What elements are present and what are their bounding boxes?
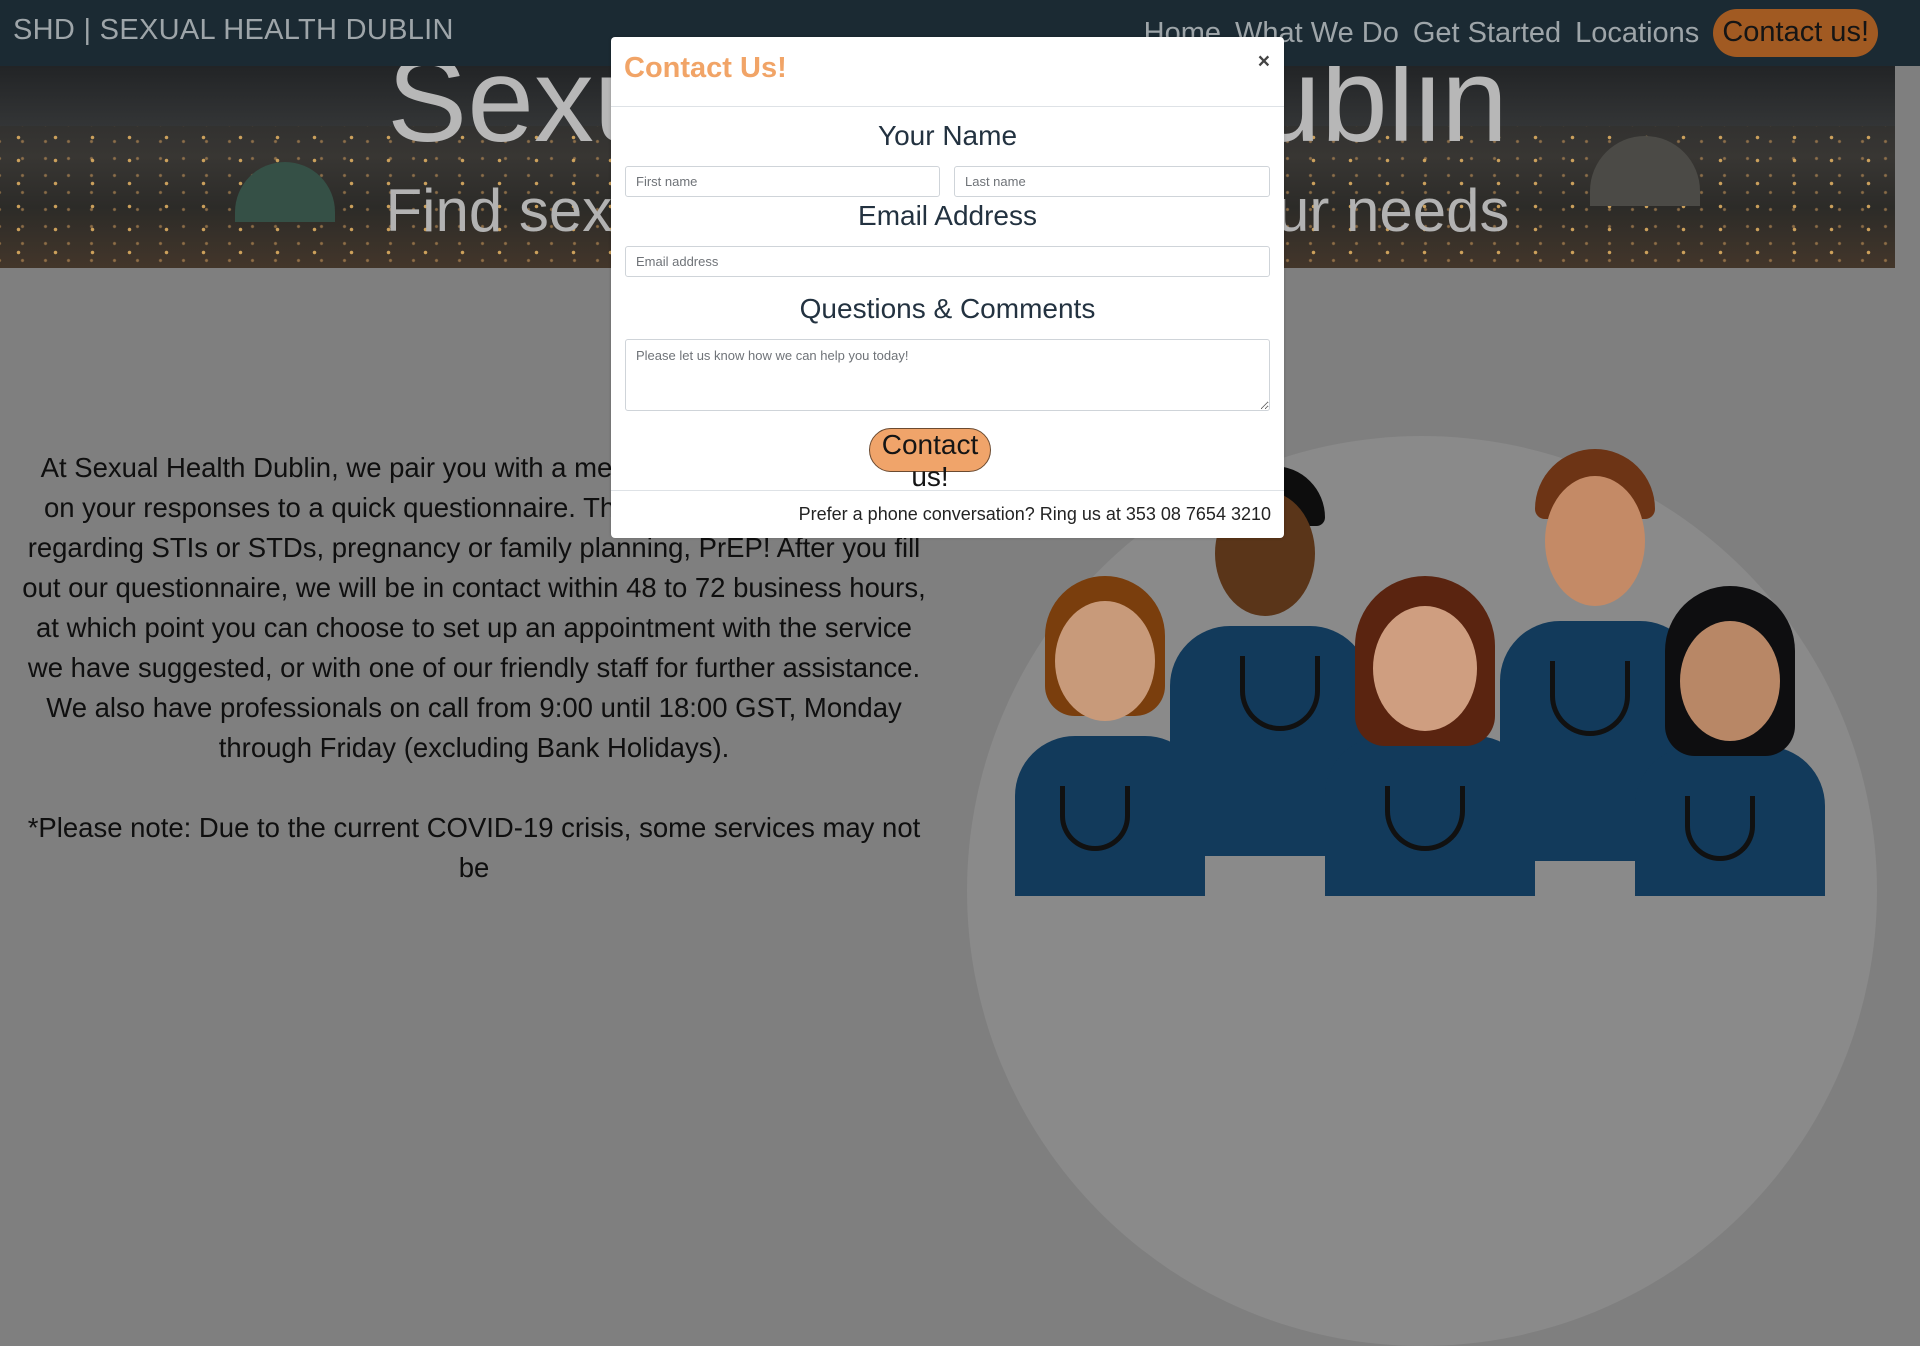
nav-link-get-started[interactable]: Get Started — [1413, 17, 1561, 50]
modal-header: Contact Us! × — [611, 37, 1284, 107]
covid-notice: *Please note: Due to the current COVID-1… — [27, 812, 921, 883]
comments-label: Questions & Comments — [799, 293, 1096, 324]
phone-contact-text: Prefer a phone conversation? Ring us at … — [798, 504, 1271, 524]
modal-footer: Prefer a phone conversation? Ring us at … — [611, 490, 1284, 539]
modal-title: Contact Us! — [624, 52, 787, 84]
name-label: Your Name — [877, 120, 1018, 151]
nav-link-locations[interactable]: Locations — [1575, 17, 1699, 50]
first-name-field[interactable] — [625, 166, 940, 197]
contact-modal: Contact Us! × Your Name Email Address Qu… — [611, 37, 1284, 538]
brand-logo[interactable]: SHD | SEXUAL HEALTH DUBLIN — [13, 14, 454, 47]
contact-submit-button[interactable]: Contact us! — [869, 428, 991, 492]
email-field[interactable] — [625, 246, 1270, 277]
last-name-field[interactable] — [954, 166, 1270, 197]
comments-textarea[interactable] — [625, 339, 1270, 411]
nav-contact-button[interactable]: Contact us! — [1713, 9, 1878, 57]
close-icon[interactable]: × — [1258, 50, 1270, 74]
email-label: Email Address — [858, 200, 1037, 231]
